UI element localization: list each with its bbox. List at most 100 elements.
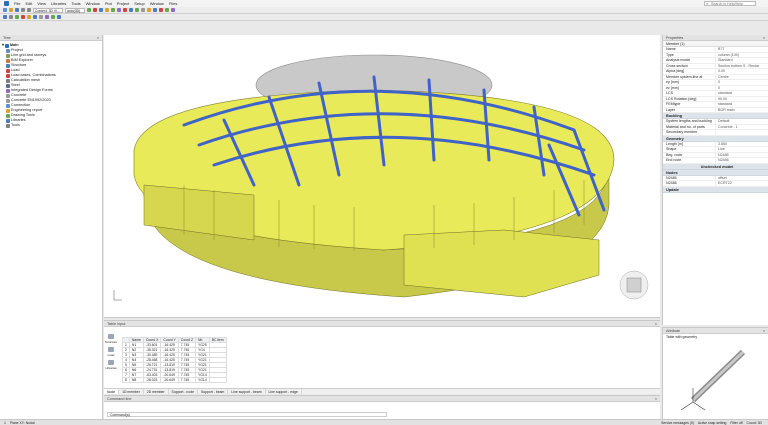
table-cell[interactable]: 8 [122, 377, 130, 383]
table-cell[interactable]: -28.023 [142, 377, 162, 383]
property-value[interactable]: 0 [715, 80, 768, 85]
property-value[interactable]: standard [715, 91, 768, 96]
table-tab[interactable]: Support - node [169, 389, 198, 394]
status-messages[interactable]: Service messages (0) [661, 420, 694, 425]
tool-icon-3[interactable] [99, 8, 103, 12]
menu-file[interactable]: File [14, 1, 20, 6]
view-cube-icon[interactable] [619, 270, 649, 300]
side-tab-libraries[interactable]: Libraries [104, 359, 118, 372]
tool-icon-9[interactable] [135, 8, 139, 12]
table-tab[interactable]: 1D member [119, 389, 144, 394]
property-value[interactable]: 0 [715, 85, 768, 90]
property-value[interactable]: 3.850 [715, 141, 768, 146]
tool-icon-6[interactable] [117, 8, 121, 12]
save-icon[interactable] [15, 8, 19, 12]
close-icon[interactable]: × [763, 328, 765, 334]
open-icon[interactable] [9, 8, 13, 12]
undo-icon[interactable] [21, 8, 25, 12]
property-value[interactable]: standard [715, 102, 768, 107]
table-tab[interactable]: Support - beam [198, 389, 229, 394]
select-icon[interactable] [3, 15, 7, 19]
property-value[interactable]: column (100) [715, 52, 768, 57]
table-cell-empty[interactable] [208, 377, 227, 383]
tool-icon-10[interactable] [141, 8, 145, 12]
property-value[interactable]: Section bottom S - Rectar [715, 63, 768, 68]
tool-icon-2[interactable] [93, 8, 97, 12]
property-value[interactable]: 90.00 [715, 96, 768, 101]
render-icon[interactable] [45, 15, 49, 19]
tool-icon-12[interactable] [153, 8, 157, 12]
column-header[interactable]: Coord Y [160, 337, 179, 343]
tool-icon-1[interactable] [87, 8, 91, 12]
property-value[interactable]: offset [715, 175, 768, 180]
status-coord[interactable]: Coord: 3D [747, 420, 762, 425]
redo-icon[interactable] [27, 8, 31, 12]
tool-icon-8[interactable] [129, 8, 133, 12]
table-cell[interactable]: N8 [128, 377, 144, 383]
tool-icon-5[interactable] [111, 8, 115, 12]
column-header[interactable]: Coord Z [177, 337, 197, 343]
tool-icon-14[interactable] [165, 8, 169, 12]
snap-icon[interactable] [51, 15, 55, 19]
command-input[interactable]: Command(a) [107, 412, 387, 417]
menu-project[interactable]: Project [117, 1, 129, 6]
tool-icon-11[interactable] [147, 8, 151, 12]
property-value[interactable]: BGR main [715, 107, 768, 112]
table-cell[interactable]: 7.745 [177, 377, 197, 383]
column-header[interactable]: BC item [208, 337, 227, 343]
close-icon[interactable]: × [655, 396, 657, 402]
table-cell[interactable]: YG14 [195, 377, 210, 383]
section-icon[interactable] [57, 15, 61, 19]
property-value[interactable]: Concrete - 1 [715, 124, 768, 129]
tree-item-tools[interactable]: Tools [2, 123, 100, 128]
status-plane[interactable]: Plane XY: Nodal [10, 420, 35, 425]
table-cell[interactable]: -20.649 [160, 377, 179, 383]
menu-window-2[interactable]: Window [150, 1, 164, 6]
collapse-icon[interactable]: ▾ [2, 43, 4, 48]
menu-setup[interactable]: Setup [134, 1, 144, 6]
close-icon[interactable]: × [655, 321, 657, 327]
view-mode-select[interactable]: auto(3D) [65, 7, 85, 13]
status-snap[interactable]: Active snap setting [698, 420, 726, 425]
context-select[interactable]: Context: 3D Vi... [33, 7, 63, 13]
table-tab[interactable]: Line support - beam [228, 389, 266, 394]
property-value[interactable] [715, 130, 768, 135]
tool-icon-7[interactable] [123, 8, 127, 12]
menu-view[interactable]: View [37, 1, 46, 6]
table-tab[interactable]: Node [104, 389, 120, 394]
3d-viewport[interactable] [104, 35, 660, 318]
new-icon[interactable] [3, 8, 7, 12]
property-value[interactable]: B77 [715, 47, 768, 52]
side-tab-load[interactable]: Load [104, 346, 118, 359]
menu-tools[interactable]: Tools [71, 1, 80, 6]
search-input[interactable]: ⌕ Search in Help/Help [704, 1, 756, 6]
menu-edit[interactable]: Edit [25, 1, 32, 6]
property-value[interactable]: Standard [715, 58, 768, 63]
property-value[interactable]: 0.00 [715, 69, 768, 74]
tool-icon-15[interactable] [171, 8, 175, 12]
menu-plot[interactable]: Plot [105, 1, 112, 6]
filter-icon[interactable] [27, 15, 31, 19]
tool-icon-4[interactable] [105, 8, 109, 12]
property-value[interactable]: N2486 [715, 158, 768, 163]
menu-window[interactable]: Window [86, 1, 100, 6]
table-tab[interactable]: Line support - edge [266, 389, 302, 394]
property-value[interactable]: Centre [715, 74, 768, 79]
property-value[interactable]: Line [715, 147, 768, 152]
measure-icon[interactable] [39, 15, 43, 19]
table-tab[interactable]: 2D member [144, 389, 169, 394]
property-value[interactable]: N2485 [715, 152, 768, 157]
property-value[interactable]: ECRT22 [715, 181, 768, 186]
zoom-icon[interactable] [15, 15, 19, 19]
side-tab-structure[interactable]: Structure [104, 333, 118, 346]
property-value[interactable]: Default [715, 119, 768, 124]
table-row[interactable]: 8 N8 -28.023 -20.649 7.745 YG14 [122, 377, 227, 383]
status-filter[interactable]: Filter off [730, 420, 742, 425]
menu-libraries[interactable]: Libraries [51, 1, 66, 6]
node-table[interactable]: Name Coord X Coord Y Coord Z Nb BC item 1 N1 -3… [122, 337, 227, 383]
move-icon[interactable] [9, 15, 13, 19]
close-icon[interactable]: × [97, 35, 99, 41]
close-icon[interactable]: × [763, 35, 765, 41]
menu-files[interactable]: Files [169, 1, 177, 6]
display-icon[interactable] [33, 15, 37, 19]
